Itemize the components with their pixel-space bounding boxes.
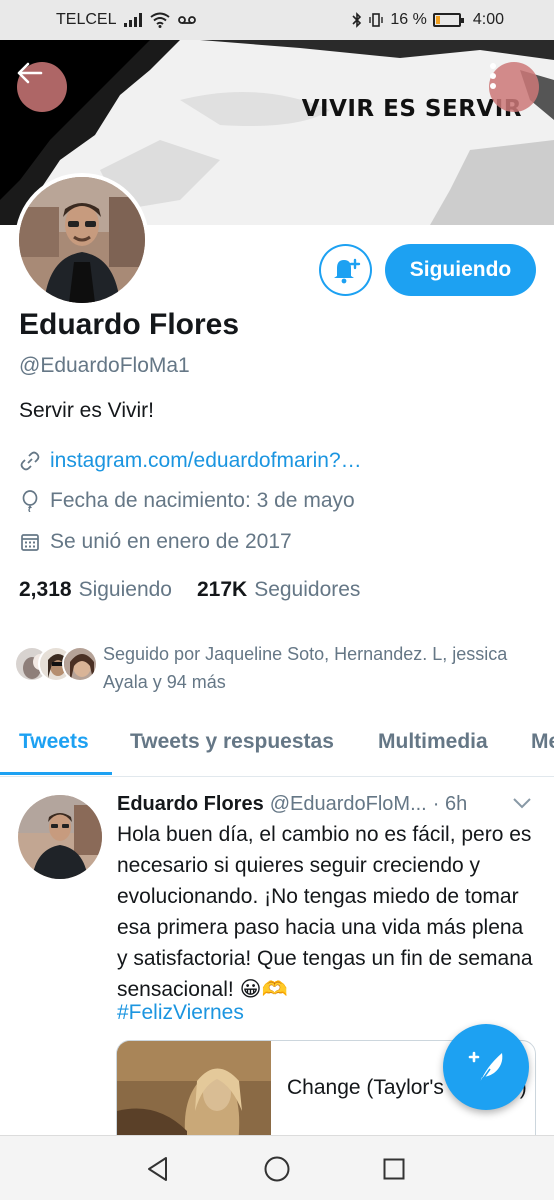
tweet-author-handle[interactable]: @EduardoFloM...: [270, 793, 427, 815]
status-bar: TELCEL 16 % 4:00: [0, 0, 554, 40]
battery-percent: 16 %: [390, 11, 427, 28]
bell-plus-icon: [333, 258, 360, 284]
compose-tweet-icon: [468, 1051, 503, 1084]
back-arrow-icon: [17, 62, 43, 84]
tweet-avatar[interactable]: [18, 795, 102, 879]
compose-tweet-button[interactable]: [443, 1024, 529, 1110]
tweet-time: · 6h: [432, 793, 468, 815]
tweet-author-name[interactable]: Eduardo Flores: [117, 793, 264, 815]
signal-icon: [124, 13, 143, 27]
more-vertical-icon: [490, 63, 496, 89]
nav-back-button[interactable]: [143, 1154, 173, 1184]
nav-back-icon: [148, 1157, 167, 1181]
following-count: 2,318: [19, 578, 72, 601]
tab-likes[interactable]: Me: [531, 730, 554, 754]
website-link[interactable]: instagram.com/eduardofmarin?…: [50, 449, 362, 473]
more-options-button[interactable]: [489, 62, 539, 112]
profile-website[interactable]: instagram.com/eduardofmarin?…: [19, 449, 362, 473]
notifications-button[interactable]: [319, 244, 372, 296]
followers-label: Seguidores: [254, 578, 361, 601]
following-button[interactable]: Siguiendo: [385, 244, 536, 296]
tab-tweets-replies[interactable]: Tweets y respuestas: [130, 730, 334, 754]
chevron-down-icon: [513, 798, 531, 809]
profile-joined: Se unió en enero de 2017: [19, 530, 292, 554]
tweet-hashtag[interactable]: #FelizViernes: [117, 1001, 244, 1025]
battery-icon: [432, 13, 464, 27]
profile-tabs: Tweets Tweets y respuestas Multimedia Me: [0, 722, 554, 777]
calendar-icon: [19, 531, 41, 553]
voicemail-icon: [178, 16, 197, 24]
balloon-icon: [19, 490, 41, 512]
link-icon: [19, 450, 41, 472]
profile-avatar[interactable]: [15, 173, 149, 307]
active-tab-indicator: [0, 772, 112, 775]
tweet-text: Hola buen día, el cambio no es fácil, pe…: [117, 823, 533, 1001]
following-count-link[interactable]: 2,318 Siguiendo: [19, 578, 172, 602]
profile-birthday: Fecha de nacimiento: 3 de mayo: [19, 489, 355, 513]
nav-home-icon: [264, 1156, 290, 1182]
profile-bio: Servir es Vivir!: [19, 399, 154, 422]
profile-handle: @EduardoFloMa1: [19, 354, 190, 377]
followed-by-text: Seguido por Jaqueline Soto, Hernandez. L…: [103, 644, 508, 692]
tab-media[interactable]: Multimedia: [378, 730, 488, 754]
clock: 4:00: [472, 11, 504, 28]
following-label: Siguiendo: [78, 578, 172, 601]
nav-home-button[interactable]: [262, 1154, 292, 1184]
followers-count-link[interactable]: 217K Seguidores: [197, 578, 360, 602]
tweet-header: Eduardo Flores @EduardoFloM... · 6h: [117, 793, 467, 816]
avatar: [19, 177, 145, 303]
vibrate-icon: [369, 13, 384, 27]
system-nav-bar: [0, 1135, 554, 1200]
profile-name: Eduardo Flores: [19, 308, 240, 341]
card-thumbnail: [117, 1041, 271, 1149]
tab-tweets[interactable]: Tweets: [19, 730, 89, 754]
status-right: 16 % 4:00: [352, 11, 504, 29]
follow-counts: 2,318 Siguiendo 217K Seguidores: [19, 578, 360, 602]
joined-text: Se unió en enero de 2017: [50, 530, 292, 553]
tweet-menu-button[interactable]: [512, 796, 532, 815]
battery-fill: [435, 16, 440, 24]
nav-recents-button[interactable]: [379, 1154, 409, 1184]
followers-count: 217K: [196, 578, 248, 601]
back-button[interactable]: [17, 62, 67, 112]
wifi-icon: [150, 12, 171, 28]
mini-avatar: [62, 646, 98, 682]
carrier-label: TELCEL: [56, 11, 117, 28]
status-left: TELCEL: [56, 11, 197, 29]
bluetooth-icon: [352, 12, 362, 28]
banner-text: VIVIR ES SERVIR: [301, 96, 522, 122]
followed-by-avatars: [14, 646, 98, 682]
nav-recents-icon: [383, 1158, 405, 1180]
birthday-text: Fecha de nacimiento: 3 de mayo: [50, 489, 355, 512]
